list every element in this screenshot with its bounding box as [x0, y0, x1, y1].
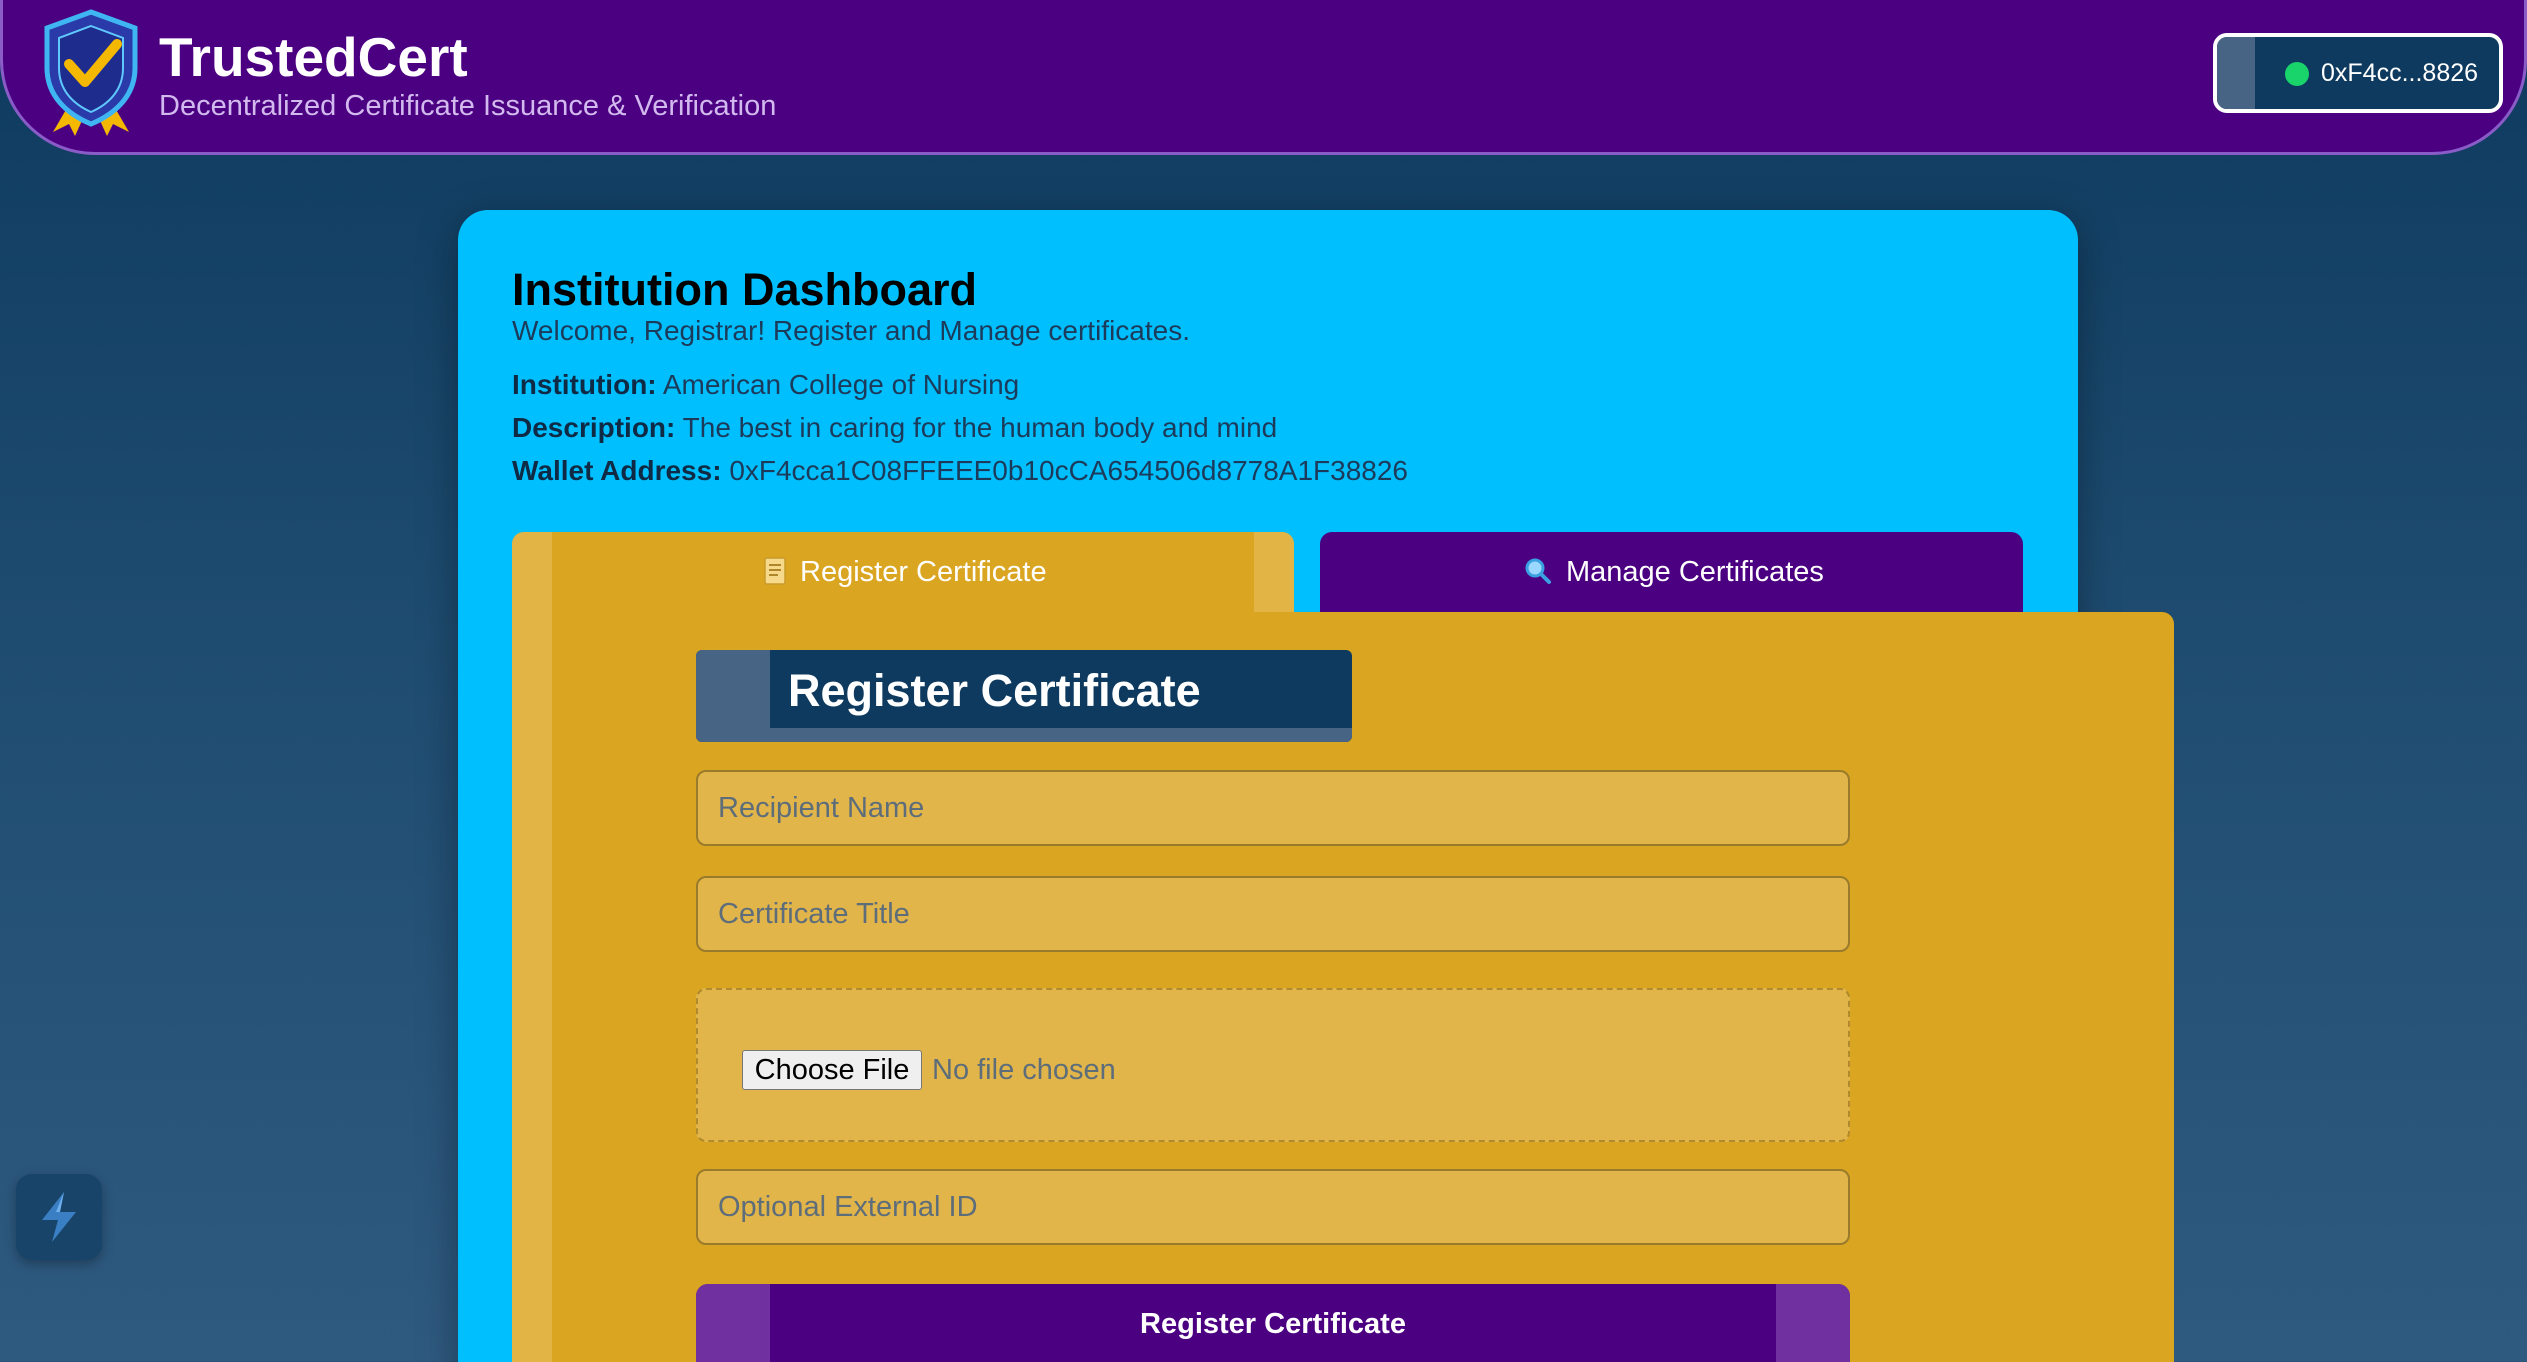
connected-dot-icon: [2285, 62, 2309, 86]
panel-edge: [512, 612, 552, 1362]
institution-info: Institution: American College of Nursing: [512, 368, 1019, 402]
wallet-info: Wallet Address: 0xF4cca1C08FFEEE0b10cCA6…: [512, 454, 1408, 488]
tab-edge-left: [512, 532, 552, 612]
app-title: TrustedCert: [159, 26, 468, 88]
tab-manage-certificates[interactable]: Manage Certificates: [1320, 532, 2023, 612]
register-certificate-button[interactable]: Register Certificate: [696, 1284, 1850, 1362]
document-icon: [764, 557, 786, 585]
floating-widget-button[interactable]: [16, 1174, 102, 1260]
form-heading-underline: [696, 728, 1352, 742]
page-title: Institution Dashboard: [512, 264, 977, 315]
description-value: The best in caring for the human body an…: [682, 412, 1278, 443]
tab-edge-right: [1254, 532, 1294, 612]
certificate-title-input[interactable]: [696, 876, 1850, 952]
tab-register-text: Register Certificate: [800, 556, 1047, 588]
description-info: Description: The best in caring for the …: [512, 411, 1277, 445]
wallet-address-label: Wallet Address:: [512, 455, 722, 486]
file-upload-zone[interactable]: Choose File No file chosen: [696, 988, 1850, 1142]
recipient-name-input[interactable]: [696, 770, 1850, 846]
tab-manage-label: Manage Certificates: [1524, 552, 1824, 592]
wallet-address-short: 0xF4cc...8826: [2321, 59, 2479, 87]
welcome-text: Welcome, Registrar! Register and Manage …: [512, 315, 1190, 346]
wallet-button-stripe: [2217, 37, 2255, 109]
file-status-text: No file chosen: [932, 1054, 1116, 1086]
institution-value: American College of Nursing: [662, 369, 1020, 400]
tab-register-label: Register Certificate: [764, 552, 1047, 592]
tab-register-certificate[interactable]: Register Certificate: [512, 532, 1294, 612]
magnifier-icon: [1525, 558, 1551, 584]
wallet-address-value: 0xF4cca1C08FFEEE0b10cCA654506d8778A1F388…: [729, 455, 1408, 486]
app-subtitle: Decentralized Certificate Issuance & Ver…: [159, 90, 777, 122]
shield-check-icon: [44, 9, 138, 136]
institution-label: Institution:: [512, 369, 657, 400]
register-certificate-label: Register Certificate: [1140, 1308, 1406, 1340]
description-label: Description:: [512, 412, 676, 443]
external-id-input[interactable]: [696, 1169, 1850, 1245]
wallet-button[interactable]: 0xF4cc...8826: [2213, 33, 2503, 113]
form-heading: Register Certificate: [696, 650, 1352, 742]
form-heading-text: Register Certificate: [788, 665, 1201, 716]
lightning-icon: [42, 1192, 76, 1242]
tab-manage-text: Manage Certificates: [1566, 556, 1824, 588]
choose-file-button[interactable]: Choose File: [742, 1050, 922, 1090]
app-header: TrustedCert Decentralized Certificate Is…: [0, 0, 2527, 155]
